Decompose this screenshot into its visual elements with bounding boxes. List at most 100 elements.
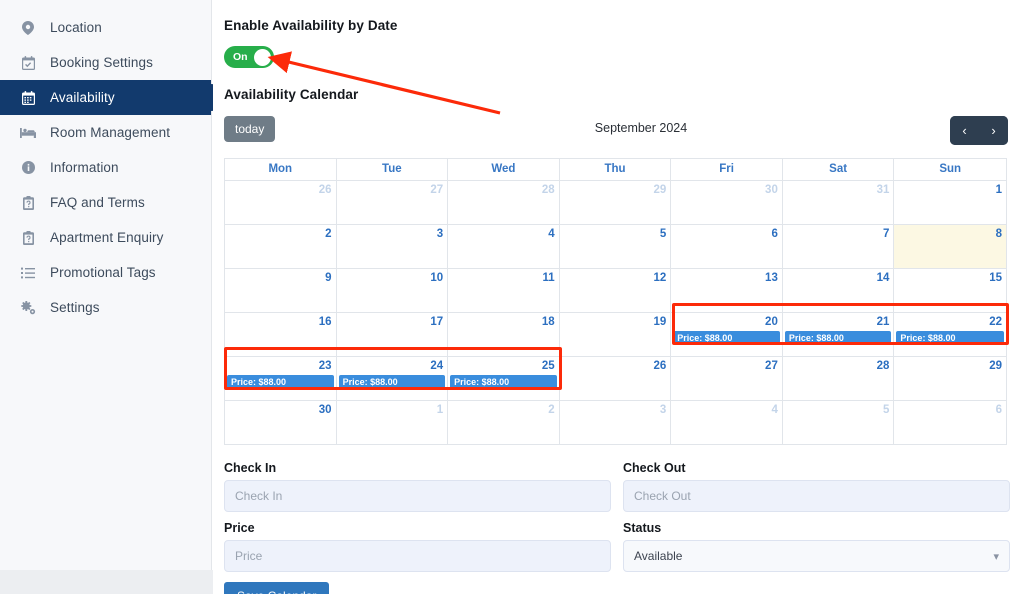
calendar-price-event[interactable]: Price: $88.00 — [896, 331, 1004, 345]
sidebar-item-room-management[interactable]: Room Management — [0, 115, 211, 150]
calendar-day-cell[interactable]: 9 — [225, 269, 337, 313]
calendar-day-cell[interactable]: 26 — [559, 357, 672, 401]
calendar-price-event[interactable]: Price: $88.00 — [784, 331, 892, 345]
status-select[interactable]: Available ▾ — [623, 540, 1010, 572]
calendar-icon — [18, 90, 38, 105]
check-out-label: Check Out — [623, 461, 686, 475]
calendar-day-cell[interactable]: 27 — [671, 357, 783, 401]
calendar-day-cell[interactable]: 24 Price: $88.00 — [336, 357, 449, 401]
calendar-day-number: 13 — [765, 272, 778, 284]
calendar-day-cell[interactable]: 1 — [894, 181, 1006, 225]
calendar-day-cell[interactable]: 11 — [448, 269, 560, 313]
calendar-day-cell[interactable]: 29 — [559, 181, 672, 225]
availability-calendar-grid[interactable]: Mon Tue Wed Thu Fri Sat Sun 26 27 28 29 30 31 1 2 3 4 5 6… — [224, 158, 1007, 445]
save-calendar-button[interactable]: Save Calendar — [224, 582, 330, 594]
calendar-day-cell[interactable]: 4 — [448, 225, 560, 269]
calendar-week-row: 16 17 18 19 20 Price: $88.00 21 Price: $88.00 22… — [225, 313, 1006, 357]
calendar-day-cell[interactable]: 17 — [336, 313, 449, 357]
calendar-day-cell[interactable]: 29 — [894, 357, 1006, 401]
calendar-day-number: 5 — [883, 404, 890, 416]
sidebar-item-faq-and-terms[interactable]: FAQ and Terms — [0, 185, 211, 220]
calendar-day-cell[interactable]: 12 — [559, 269, 672, 313]
calendar-price-event[interactable]: Price: $88.00 — [227, 375, 334, 389]
price-label: Price — [224, 521, 255, 535]
calendar-day-number: 21 — [876, 316, 890, 328]
calendar-day-number: 16 — [318, 316, 332, 328]
toggle-knob — [254, 48, 271, 66]
prev-month-button[interactable]: ‹ — [950, 116, 979, 145]
calendar-day-number: 23 — [318, 360, 332, 372]
next-month-button[interactable]: › — [979, 116, 1008, 145]
enable-availability-toggle[interactable]: On — [224, 46, 274, 68]
calendar-day-cell[interactable]: 4 — [671, 401, 783, 445]
clipboard-icon — [18, 195, 38, 210]
calendar-day-cell[interactable]: 28 — [448, 181, 560, 225]
calendar-day-cell[interactable]: 6 — [894, 401, 1006, 445]
calendar-day-number: 31 — [876, 184, 890, 196]
calendar-day-cell[interactable]: 30 — [671, 181, 783, 225]
calendar-day-cell[interactable]: 26 — [225, 181, 337, 225]
calendar-day-number: 2 — [548, 404, 555, 416]
calendar-day-number: 14 — [876, 272, 890, 284]
calendar-price-event[interactable]: Price: $88.00 — [673, 331, 780, 345]
calendar-weekday-thu: Thu — [559, 159, 672, 181]
calendar-day-cell[interactable]: 3 — [559, 401, 672, 445]
sidebar-item-information[interactable]: Information — [0, 150, 211, 185]
calendar-day-cell[interactable]: 18 — [448, 313, 560, 357]
calendar-day-cell[interactable]: 19 — [559, 313, 672, 357]
calendar-week-row: 2 3 4 5 6 7 8 — [225, 225, 1006, 269]
status-select-value: Available — [634, 549, 683, 563]
toggle-row: On — [224, 46, 1008, 68]
calendar-day-cell[interactable]: 2 — [225, 225, 337, 269]
calendar-day-cell[interactable]: 5 — [782, 401, 895, 445]
sidebar: Location Booking Settings Availability R… — [0, 0, 220, 594]
calendar-day-cell[interactable]: 25 Price: $88.00 — [448, 357, 560, 401]
calendar-day-cell[interactable]: 28 — [782, 357, 895, 401]
calendar-day-number: 2 — [325, 228, 332, 240]
calendar-week-row: 9 10 11 12 13 14 15 — [225, 269, 1006, 313]
calendar-price-event[interactable]: Price: $88.00 — [450, 375, 557, 389]
calendar-day-number: 7 — [883, 228, 890, 240]
calendar-day-number: 17 — [430, 316, 444, 328]
calendar-day-cell[interactable]: 13 — [671, 269, 783, 313]
calendar-day-cell[interactable]: 31 — [782, 181, 895, 225]
sidebar-item-apartment-enquiry[interactable]: Apartment Enquiry — [0, 220, 211, 255]
calendar-day-cell[interactable]: 20 Price: $88.00 — [671, 313, 783, 357]
calendar-weekday-sun: Sun — [894, 159, 1006, 181]
calendar-day-number: 12 — [653, 272, 667, 284]
calendar-day-cell[interactable]: 30 — [225, 401, 337, 445]
check-out-input[interactable] — [623, 480, 1010, 512]
calendar-day-cell[interactable]: 10 — [336, 269, 449, 313]
check-out-group: Check Out — [623, 461, 1010, 512]
sidebar-item-booking-settings[interactable]: Booking Settings — [0, 45, 211, 80]
calendar-day-cell[interactable]: 22 Price: $88.00 — [894, 313, 1006, 357]
calendar-day-cell[interactable]: 2 — [448, 401, 560, 445]
calendar-day-cell[interactable]: 23 Price: $88.00 — [225, 357, 337, 401]
calendar-day-cell[interactable]: 6 — [671, 225, 783, 269]
calendar-day-cell[interactable]: 7 — [782, 225, 895, 269]
calendar-day-cell[interactable]: 3 — [336, 225, 449, 269]
sidebar-item-availability[interactable]: Availability — [0, 80, 220, 115]
calendar-day-number: 1 — [436, 404, 444, 416]
calendar-day-cell[interactable]: 8 — [894, 225, 1006, 269]
sidebar-item-label: Booking Settings — [50, 55, 153, 70]
calendar-day-cell[interactable]: 27 — [336, 181, 449, 225]
sidebar-footer-strip — [0, 570, 213, 594]
calendar-day-cell[interactable]: 16 — [225, 313, 337, 357]
sidebar-item-label: Settings — [50, 300, 100, 315]
calendar-day-cell[interactable]: 21 Price: $88.00 — [782, 313, 895, 357]
sidebar-item-location[interactable]: Location — [0, 10, 211, 45]
sidebar-item-promotional-tags[interactable]: Promotional Tags — [0, 255, 211, 290]
clipboard-icon — [18, 230, 38, 245]
list-icon — [18, 267, 38, 279]
price-input[interactable] — [224, 540, 611, 572]
calendar-day-cell[interactable]: 15 — [894, 269, 1006, 313]
calendar-day-cell[interactable]: 14 — [782, 269, 895, 313]
sidebar-item-label: Room Management — [50, 125, 171, 140]
calendar-day-cell[interactable]: 1 — [336, 401, 449, 445]
sidebar-item-settings[interactable]: Settings — [0, 290, 211, 325]
check-in-input[interactable] — [224, 480, 611, 512]
availability-calendar-title: Availability Calendar — [224, 87, 359, 102]
calendar-price-event[interactable]: Price: $88.00 — [338, 375, 446, 389]
calendar-day-cell[interactable]: 5 — [559, 225, 672, 269]
